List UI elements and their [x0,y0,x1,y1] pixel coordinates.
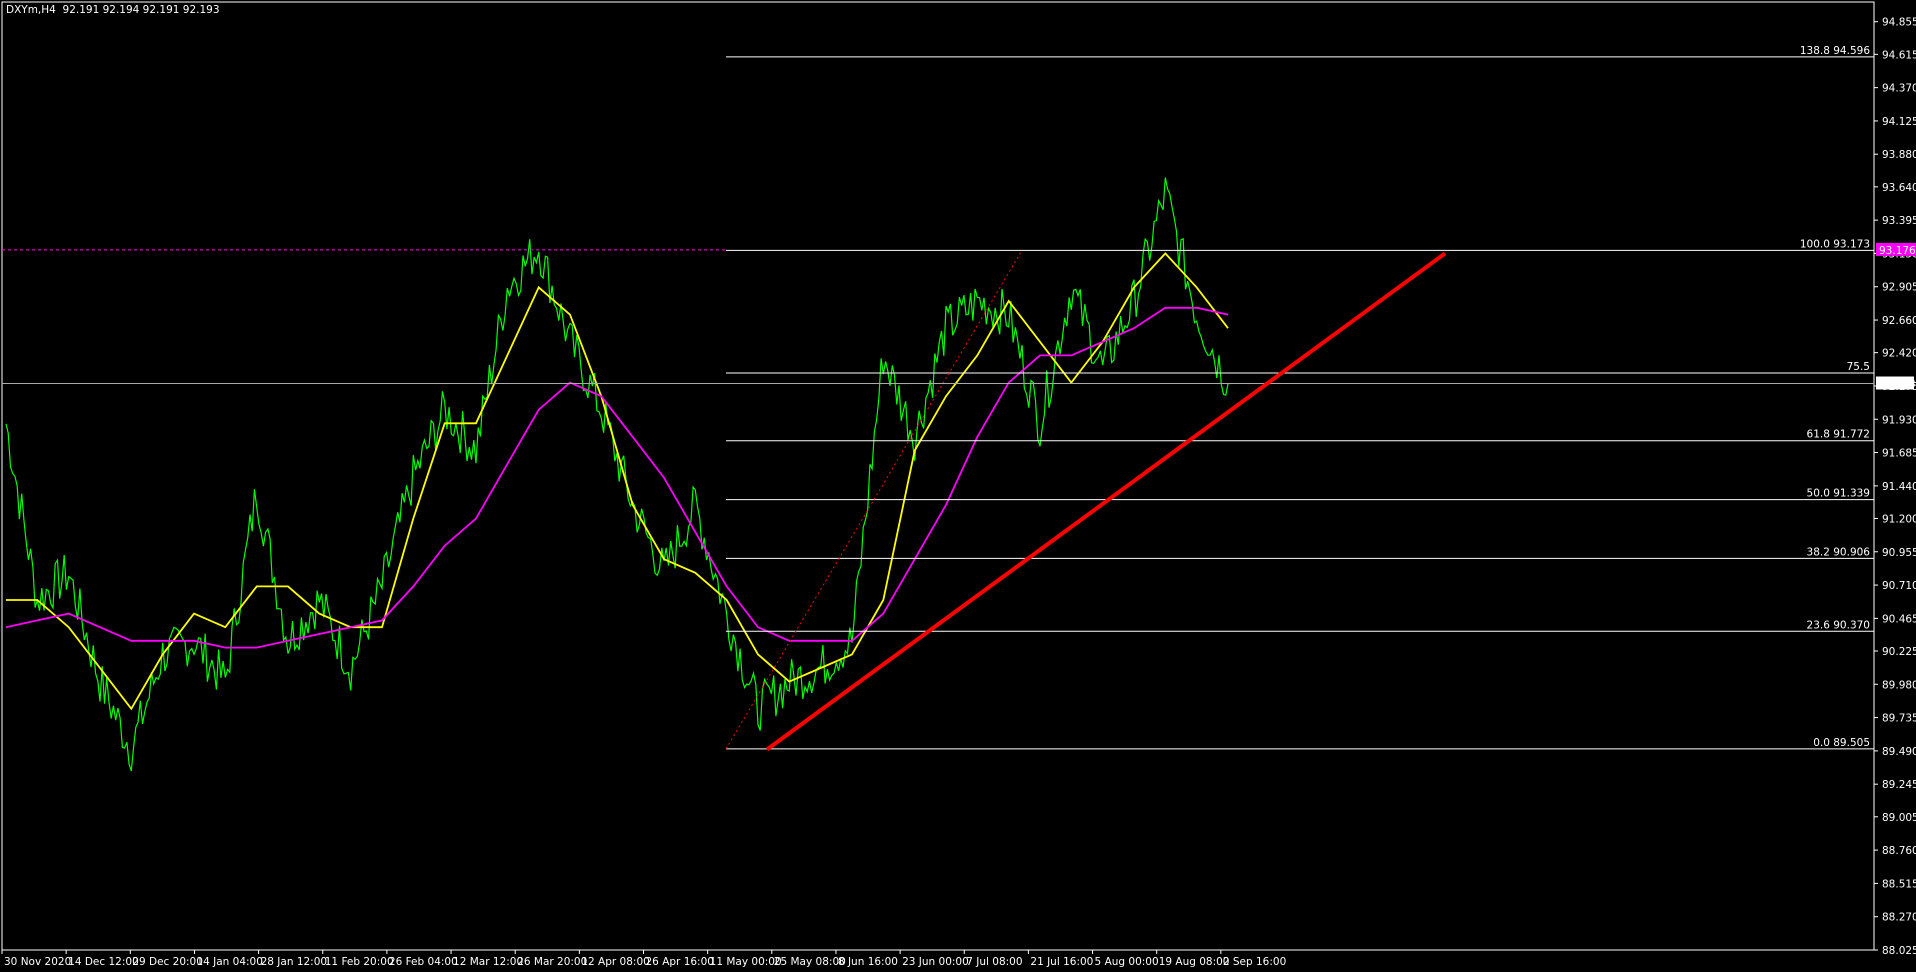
y-tick-label: 94.855 [1882,17,1916,29]
price-series-line [5,177,1229,772]
x-tick-label: 26 Apr 16:00 [646,956,714,968]
x-tick-label: 23 Jun 00:00 [902,956,969,968]
fib-level-label: 23.6 90.370 [1807,619,1870,631]
fib-level-label: 100.0 93.173 [1800,238,1870,250]
fib-level-label: 75.5 [1847,361,1870,373]
y-tick-label: 90.710 [1882,580,1916,592]
y-tick-label: 92.905 [1882,282,1916,294]
ma-slow-line [5,306,1229,649]
x-tick-label: 5 Aug 00:00 [1095,956,1159,968]
y-tick-label: 90.955 [1882,547,1916,559]
y-tick-label: 91.200 [1882,513,1916,525]
fib-level-label: 50.0 91.339 [1807,488,1870,500]
fib-level-label: 0.0 89.505 [1813,737,1870,749]
x-tick-label: 14 Dec 12:00 [68,956,139,968]
y-tick-label: 90.225 [1882,646,1916,658]
fib-level-label: 38.2 90.906 [1807,546,1871,558]
y-tick-label: 91.930 [1882,414,1916,426]
y-tick-label: 88.760 [1882,845,1916,857]
y-tick-label: 92.420 [1882,348,1916,360]
y-tick-label: 93.640 [1882,182,1916,194]
x-tick-label: 11 Feb 20:00 [325,956,394,968]
x-tick-label: 12 Apr 08:00 [581,956,649,968]
marker-price-label: 93.176 [1879,245,1916,257]
plot-frame [1,1,1875,951]
y-tick-label: 93.395 [1882,215,1916,227]
fib-level-label: 138.8 94.596 [1800,45,1870,57]
y-tick-label: 91.685 [1882,448,1916,460]
y-tick-label: 93.880 [1882,149,1916,161]
y-tick-label: 91.440 [1882,481,1916,493]
fib-level-label: 61.8 91.772 [1807,429,1870,441]
x-tick-label: 30 Nov 2020 [4,956,71,968]
x-tick-label: 8 Jun 16:00 [838,956,898,968]
current-price-label: 92.193 [1879,379,1916,391]
y-tick-label: 88.515 [1882,878,1916,890]
y-tick-label: 92.660 [1882,315,1916,327]
x-tick-label: 11 May 00:00 [710,956,782,968]
x-tick-label: 19 Aug 08:00 [1159,956,1230,968]
x-tick-label: 26 Feb 04:00 [389,956,458,968]
y-tick-label: 89.735 [1882,713,1916,725]
y-tick-label: 94.370 [1882,83,1916,95]
y-tick-label: 90.465 [1882,613,1916,625]
x-tick-label: 25 May 08:00 [774,956,846,968]
x-tick-label: 26 Mar 20:00 [517,956,587,968]
y-tick-label: 94.125 [1882,116,1916,128]
y-tick-label: 88.025 [1882,945,1916,957]
y-tick-label: 89.490 [1882,746,1916,758]
x-tick-label: 28 Jan 12:00 [261,956,327,968]
y-tick-label: 89.980 [1882,679,1916,691]
y-tick-label: 89.245 [1882,779,1916,791]
x-tick-label: 21 Jul 16:00 [1030,956,1093,968]
x-tick-label: 12 Mar 12:00 [453,956,523,968]
y-tick-label: 88.270 [1882,912,1916,924]
x-tick-label: 2 Sep 16:00 [1223,956,1286,968]
x-tick-label: 14 Jan 04:00 [196,956,262,968]
y-tick-label: 94.615 [1882,49,1916,61]
x-tick-label: 29 Dec 20:00 [132,956,203,968]
y-tick-label: 89.005 [1882,812,1916,824]
x-tick-label: 7 Jul 08:00 [966,956,1022,968]
price-chart: 94.855 94.615 94.370 94.125 93.880 93.640 93.3… [1,1,1916,968]
chart-area[interactable]: DXYm,H4 92.191 92.194 92.191 92.193 94.8… [0,0,1916,972]
